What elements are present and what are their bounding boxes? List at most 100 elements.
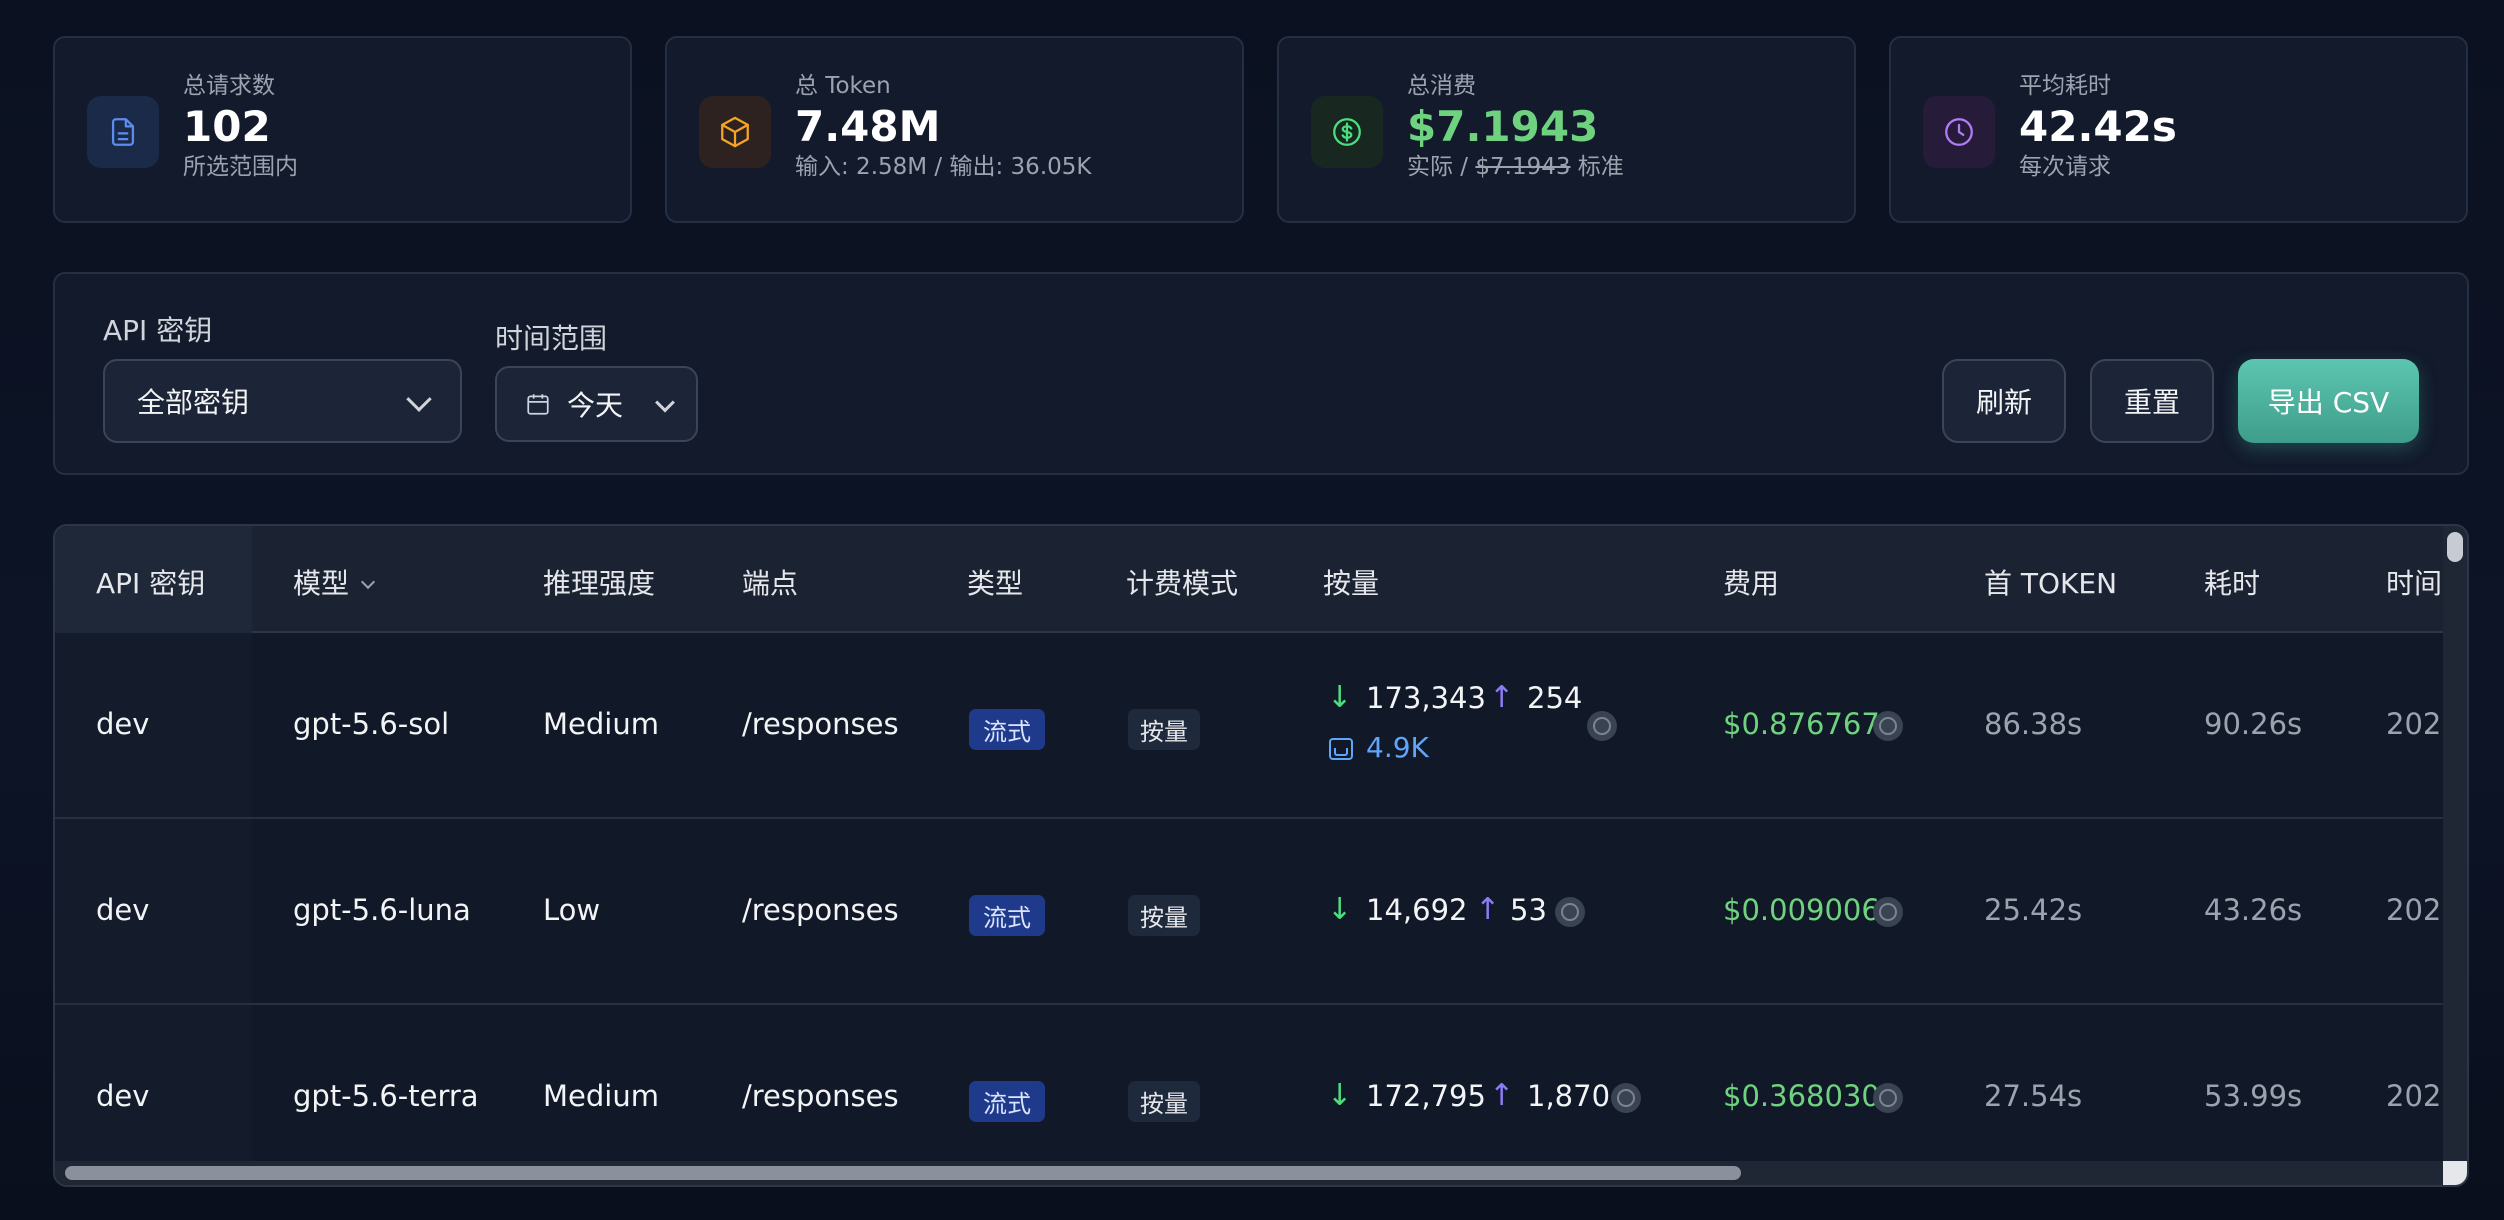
input-arrow-down-icon: ↓ xyxy=(1327,680,1353,715)
filter-panel: API 密钥 全部密钥 时间范围 今天 刷新 重置 导出 CSV xyxy=(53,272,2469,475)
cost-info-icon[interactable] xyxy=(1873,897,1903,927)
input-arrow-down-icon: ↓ xyxy=(1327,1078,1353,1113)
stat-card-total-tokens: 总 Token 7.48M 输入: 2.58M / 输出: 36.05K xyxy=(665,36,1244,223)
type-badge: 流式 xyxy=(969,895,1045,936)
billing-badge: 按量 xyxy=(1128,895,1200,936)
cell-cost: $0.876767 xyxy=(1723,707,1880,741)
header-effort: 推理强度 xyxy=(543,567,656,600)
horizontal-scrollbar[interactable] xyxy=(55,1161,2445,1185)
stat-sub-suffix: 标准 xyxy=(1570,154,1624,181)
cell-api-key: dev xyxy=(96,893,150,927)
cell-api-key: dev xyxy=(96,1079,150,1113)
type-badge: 流式 xyxy=(969,1081,1045,1122)
usage-logs-page: 总请求数 102 所选范围内 总 Token 7.48M 输入: 2.58M /… xyxy=(0,0,2504,1220)
vertical-scrollbar[interactable] xyxy=(2443,526,2467,1185)
header-duration: 耗时 xyxy=(2204,567,2261,600)
file-text-icon xyxy=(87,96,159,168)
stat-card-avg-duration: 平均耗时 42.42s 每次请求 xyxy=(1889,36,2468,223)
reset-button[interactable]: 重置 xyxy=(2090,359,2214,443)
header-type: 类型 xyxy=(967,567,1024,600)
stat-sub-standard: $7.1943 xyxy=(1475,154,1571,181)
cell-api-key: dev xyxy=(96,707,150,741)
api-key-select[interactable]: 全部密钥 xyxy=(103,359,462,443)
sort-chevron-icon[interactable] xyxy=(360,574,376,590)
cell-endpoint: /responses xyxy=(742,1079,899,1113)
time-range-select-value: 今天 xyxy=(567,389,624,422)
cell-output-tokens: 1,870 xyxy=(1527,1079,1611,1113)
horizontal-scrollbar-thumb[interactable] xyxy=(65,1166,1741,1180)
stat-sub-prefix: 实际 / xyxy=(1407,154,1476,181)
header-time: 时间 xyxy=(2386,567,2443,600)
cell-effort: Medium xyxy=(543,1079,659,1113)
cost-info-icon[interactable] xyxy=(1873,711,1903,741)
cell-effort: Medium xyxy=(543,707,659,741)
header-api-key: API 密钥 xyxy=(96,567,206,600)
cell-duration: 90.26s xyxy=(2204,707,2303,741)
usage-info-icon[interactable] xyxy=(1611,1083,1641,1113)
usage-info-icon[interactable] xyxy=(1555,897,1585,927)
vertical-scrollbar-thumb[interactable] xyxy=(2447,532,2463,562)
cell-first-token: 25.42s xyxy=(1984,893,2083,927)
header-first-token: 首 TOKEN xyxy=(1984,567,2118,600)
header-endpoint: 端点 xyxy=(742,567,799,600)
cell-output-tokens: 53 xyxy=(1510,893,1547,927)
cell-model: gpt-5.6-luna xyxy=(293,893,471,927)
cell-output-tokens: 254 xyxy=(1527,681,1583,715)
stats-row: 总请求数 102 所选范围内 总 Token 7.48M 输入: 2.58M /… xyxy=(53,36,2468,223)
clock-icon xyxy=(1923,96,1995,168)
stat-card-total-requests: 总请求数 102 所选范围内 xyxy=(53,36,632,223)
stat-value: 7.48M xyxy=(795,101,941,151)
stat-value: 42.42s xyxy=(2019,101,2177,151)
cell-first-token: 27.54s xyxy=(1984,1079,2083,1113)
time-range-select[interactable]: 今天 xyxy=(495,366,698,442)
api-key-filter-label: API 密钥 xyxy=(103,314,213,347)
chevron-down-icon xyxy=(655,392,675,413)
api-key-select-value: 全部密钥 xyxy=(137,386,250,419)
stat-label: 平均耗时 xyxy=(2019,73,2111,99)
dollar-icon xyxy=(1311,96,1383,168)
stat-sub: 实际 / $7.1943 标准 xyxy=(1407,153,1624,183)
export-csv-button[interactable]: 导出 CSV xyxy=(2238,359,2419,443)
stat-value: 102 xyxy=(183,101,271,151)
billing-badge: 按量 xyxy=(1128,709,1200,750)
stat-value: $7.1943 xyxy=(1407,101,1599,151)
stat-sub: 所选范围内 xyxy=(183,154,298,181)
calendar-icon xyxy=(527,394,549,415)
cell-cost: $0.368030 xyxy=(1723,1079,1880,1113)
table-row[interactable]: dev gpt-5.6-sol Medium /responses 流式 按量 … xyxy=(55,633,2460,819)
cell-endpoint: /responses xyxy=(742,707,899,741)
output-arrow-up-icon: ↑ xyxy=(1489,680,1515,715)
output-arrow-up-icon: ↑ xyxy=(1489,1078,1515,1113)
refresh-button[interactable]: 刷新 xyxy=(1942,359,2066,443)
usage-info-icon[interactable] xyxy=(1587,711,1617,741)
stat-label: 总消费 xyxy=(1407,73,1476,99)
chevron-down-icon xyxy=(406,386,432,412)
stat-sub: 输入: 2.58M / 输出: 36.05K xyxy=(795,154,1092,181)
billing-badge: 按量 xyxy=(1128,1081,1200,1122)
time-range-filter-label: 时间范围 xyxy=(495,322,608,355)
cost-info-icon[interactable] xyxy=(1873,1083,1903,1113)
cell-duration: 43.26s xyxy=(2204,893,2303,927)
type-badge: 流式 xyxy=(969,709,1045,750)
header-model[interactable]: 模型 xyxy=(293,562,376,602)
table-row[interactable]: dev gpt-5.6-luna Low /responses 流式 按量 ↓ … xyxy=(55,819,2460,1005)
stat-label: 总 Token xyxy=(795,73,891,99)
header-billing: 计费模式 xyxy=(1126,567,1239,600)
stat-sub: 每次请求 xyxy=(2019,154,2111,181)
usage-table: API 密钥 模型 推理强度 端点 类型 计费模式 按量 费用 首 TOKEN … xyxy=(53,524,2469,1187)
cell-model: gpt-5.6-sol xyxy=(293,707,450,741)
cell-input-tokens: 14,692 xyxy=(1366,893,1468,927)
table-header: API 密钥 模型 推理强度 端点 类型 计费模式 按量 费用 首 TOKEN … xyxy=(55,526,2445,633)
scrollbar-corner xyxy=(2443,1161,2467,1185)
cell-cache-tokens: 4.9K xyxy=(1366,731,1429,764)
cell-effort: Low xyxy=(543,893,601,927)
input-arrow-down-icon: ↓ xyxy=(1327,892,1353,927)
header-usage: 按量 xyxy=(1323,567,1380,600)
stat-label: 总请求数 xyxy=(183,73,275,99)
cell-endpoint: /responses xyxy=(742,893,899,927)
cell-duration: 53.99s xyxy=(2204,1079,2303,1113)
cell-input-tokens: 172,795 xyxy=(1366,1079,1486,1113)
cell-first-token: 86.38s xyxy=(1984,707,2083,741)
table-row[interactable]: dev gpt-5.6-terra Medium /responses 流式 按… xyxy=(55,1005,2460,1185)
header-cost: 费用 xyxy=(1723,567,1780,600)
